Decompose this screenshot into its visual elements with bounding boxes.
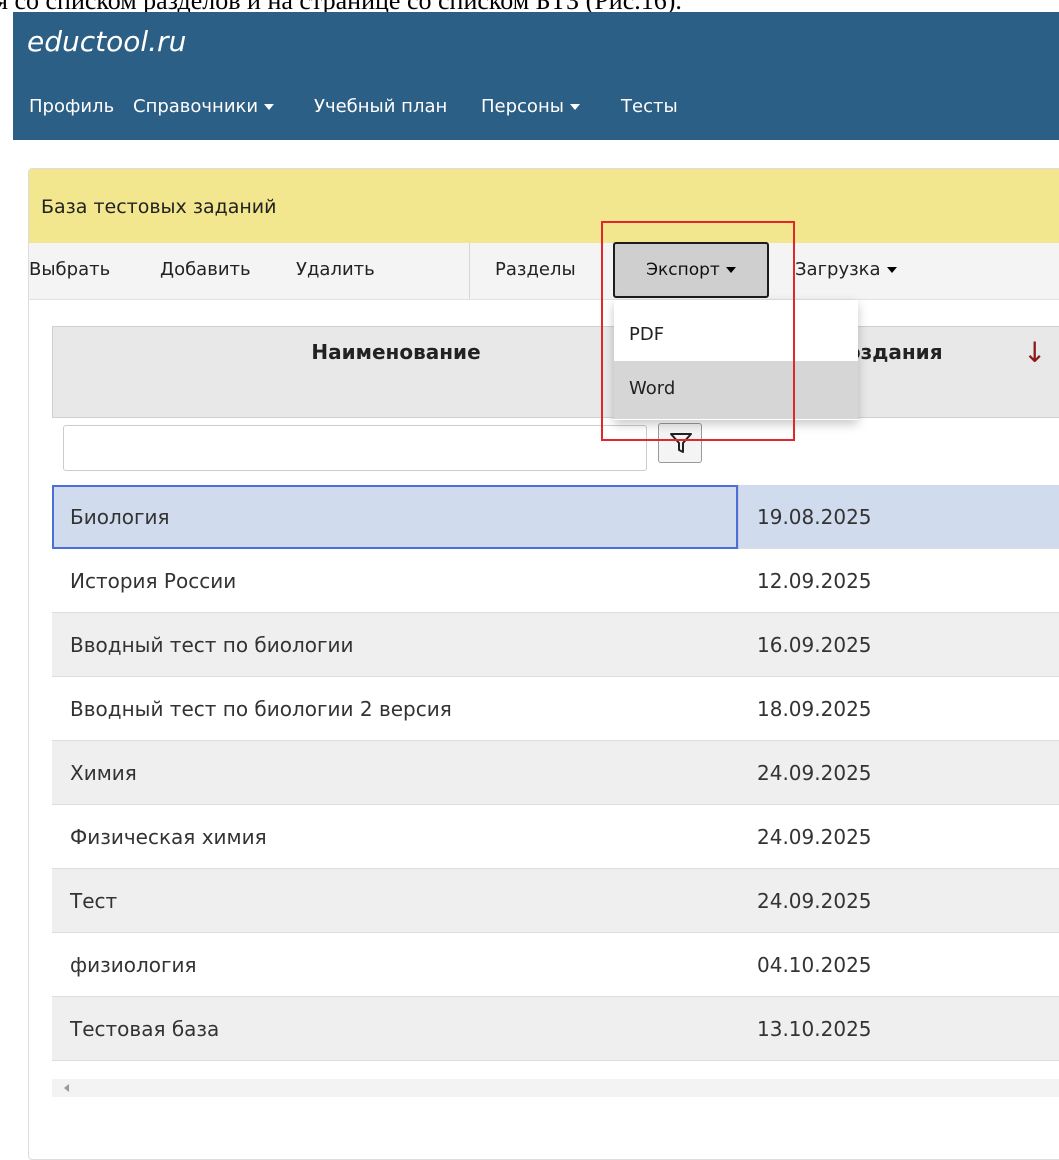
table-row[interactable]: Вводный тест по биологии 2 версия 18.09.… bbox=[52, 677, 1059, 741]
nav-item-profile[interactable]: Профиль bbox=[29, 96, 114, 117]
cell-name: История России bbox=[70, 569, 237, 593]
toolbar-divider bbox=[469, 243, 470, 299]
cell-date: 24.09.2025 bbox=[757, 825, 872, 849]
cell-date: 13.10.2025 bbox=[757, 1017, 872, 1041]
nav-item-persons[interactable]: Персоны bbox=[481, 96, 580, 117]
table-row[interactable]: Физическая химия 24.09.2025 bbox=[52, 805, 1059, 869]
table-row[interactable]: Тестовая база 13.10.2025 bbox=[52, 997, 1059, 1061]
export-pdf-item[interactable]: PDF bbox=[614, 300, 858, 358]
table-row[interactable]: История России 12.09.2025 bbox=[52, 549, 1059, 613]
toolbar: Выбрать Добавить Удалить Разделы Загрузк… bbox=[29, 243, 1059, 300]
cell-date: 24.09.2025 bbox=[757, 761, 872, 785]
cell-date: 04.10.2025 bbox=[757, 953, 872, 977]
caret-down-icon bbox=[569, 104, 580, 110]
column-divider bbox=[738, 485, 739, 549]
export-button[interactable]: Экспорт bbox=[613, 242, 769, 298]
upload-button[interactable]: Загрузка bbox=[795, 259, 897, 280]
cell-date: 24.09.2025 bbox=[757, 889, 872, 913]
cell-name: Вводный тест по биологии bbox=[70, 633, 354, 657]
cell-name: Тестовая база bbox=[70, 1017, 220, 1041]
select-button[interactable]: Выбрать bbox=[29, 259, 110, 280]
nav-item-curriculum[interactable]: Учебный план bbox=[314, 96, 447, 117]
horizontal-scrollbar[interactable] bbox=[52, 1079, 1059, 1097]
table-row[interactable]: Химия 24.09.2025 bbox=[52, 741, 1059, 805]
arrow-down-icon[interactable]: ↓ bbox=[1023, 333, 1046, 373]
delete-button[interactable]: Удалить bbox=[296, 259, 375, 280]
export-word-item[interactable]: Word bbox=[614, 361, 858, 419]
caret-down-icon bbox=[725, 267, 736, 273]
filter-button[interactable] bbox=[658, 423, 702, 463]
scroll-left-icon[interactable] bbox=[64, 1084, 69, 1092]
test-bank-panel: База тестовых заданий Выбрать Добавить У… bbox=[28, 168, 1059, 1160]
sections-button[interactable]: Разделы bbox=[495, 259, 576, 280]
cell-date: 12.09.2025 bbox=[757, 569, 872, 593]
selected-cell-frame bbox=[52, 485, 738, 549]
nav-item-directories[interactable]: Справочники bbox=[133, 96, 275, 117]
table-header: Наименование создания ↓ bbox=[52, 326, 1059, 418]
caret-down-icon bbox=[264, 104, 275, 110]
cell-date: 19.08.2025 bbox=[757, 505, 872, 529]
table-row[interactable]: Биология 19.08.2025 bbox=[52, 485, 1059, 549]
caret-down-icon bbox=[886, 267, 897, 273]
name-filter-input[interactable] bbox=[63, 425, 647, 471]
cell-name: физиология bbox=[70, 953, 197, 977]
brand-logo[interactable]: eductool.ru bbox=[27, 25, 186, 58]
cell-date: 18.09.2025 bbox=[757, 697, 872, 721]
filter-icon bbox=[670, 433, 692, 453]
panel-heading: База тестовых заданий bbox=[29, 169, 1059, 244]
cell-name: Вводный тест по биологии 2 версия bbox=[70, 697, 452, 721]
table-row[interactable]: Тест 24.09.2025 bbox=[52, 869, 1059, 933]
navbar: eductool.ru Профиль Справочники Учебный … bbox=[13, 12, 1059, 140]
cell-date: 16.09.2025 bbox=[757, 633, 872, 657]
nav-item-tests[interactable]: Тесты bbox=[621, 96, 678, 117]
panel-title: База тестовых заданий bbox=[41, 196, 277, 218]
table-row[interactable]: Вводный тест по биологии 16.09.2025 bbox=[52, 613, 1059, 677]
table-row[interactable]: физиология 04.10.2025 bbox=[52, 933, 1059, 997]
cell-name: Химия bbox=[70, 761, 137, 785]
add-button[interactable]: Добавить bbox=[160, 259, 251, 280]
cell-name: Физическая химия bbox=[70, 825, 267, 849]
cell-name: Тест bbox=[70, 889, 118, 913]
export-dropdown-menu: PDF Word bbox=[614, 300, 858, 420]
